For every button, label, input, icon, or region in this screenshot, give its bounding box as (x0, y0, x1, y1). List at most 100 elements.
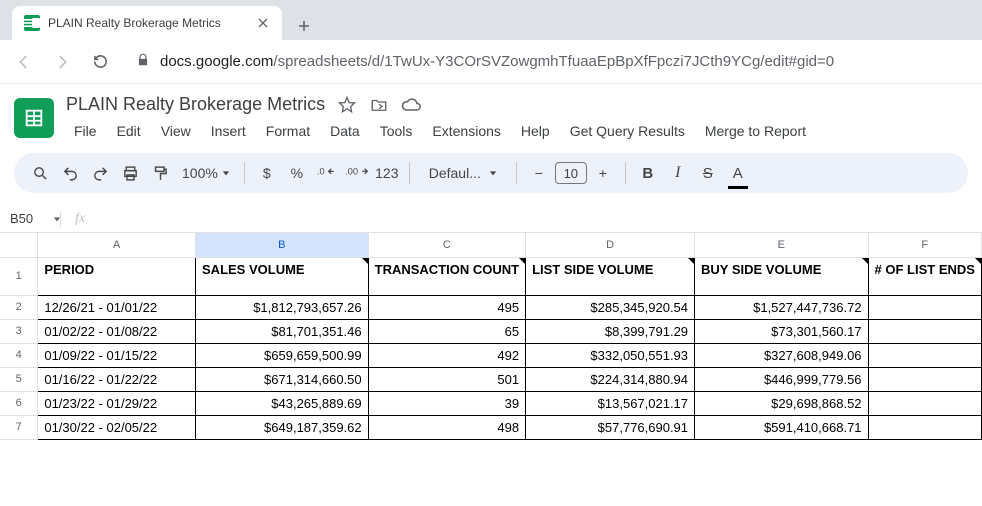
forward-button[interactable] (50, 50, 74, 74)
zoom-select[interactable]: 100% (176, 159, 236, 187)
back-button[interactable] (12, 50, 36, 74)
spreadsheet-grid[interactable]: A B C D E F 1 PERIOD SALES VOLUME TRANSA… (0, 233, 982, 440)
row-header[interactable]: 5 (0, 367, 38, 391)
menu-edit[interactable]: Edit (109, 119, 149, 143)
menu-merge-to-report[interactable]: Merge to Report (697, 119, 814, 143)
url-field[interactable]: docs.google.com/spreadsheets/d/1TwUx-Y3C… (126, 47, 970, 77)
increase-font-size-button[interactable]: + (589, 159, 617, 187)
cell[interactable]: $57,776,690.91 (526, 415, 695, 439)
star-icon[interactable] (337, 95, 357, 115)
cell[interactable]: 01/30/22 - 02/05/22 (38, 415, 196, 439)
currency-button[interactable]: $ (253, 159, 281, 187)
cell[interactable]: $591,410,668.71 (695, 415, 869, 439)
cell[interactable]: 01/02/22 - 01/08/22 (38, 319, 196, 343)
column-header-A[interactable]: A (38, 233, 196, 257)
cell[interactable]: 01/09/22 - 01/15/22 (38, 343, 196, 367)
cell[interactable] (868, 391, 981, 415)
menu-file[interactable]: File (66, 119, 105, 143)
menu-tools[interactable]: Tools (372, 119, 421, 143)
cell[interactable]: 39 (368, 391, 525, 415)
cell[interactable]: $659,659,500.99 (196, 343, 369, 367)
cell[interactable]: $29,698,868.52 (695, 391, 869, 415)
undo-button[interactable] (56, 159, 84, 187)
cell[interactable] (868, 319, 981, 343)
menu-help[interactable]: Help (513, 119, 558, 143)
font-size-input[interactable]: 10 (555, 162, 587, 184)
row-header[interactable]: 6 (0, 391, 38, 415)
redo-button[interactable] (86, 159, 114, 187)
cell[interactable]: 498 (368, 415, 525, 439)
decrease-font-size-button[interactable]: − (525, 159, 553, 187)
cell[interactable]: $13,567,021.17 (526, 391, 695, 415)
move-icon[interactable] (369, 95, 389, 115)
font-select[interactable]: Defaul... (418, 159, 508, 187)
paint-format-button[interactable] (146, 159, 174, 187)
cell[interactable]: 65 (368, 319, 525, 343)
cell[interactable]: $1,812,793,657.26 (196, 295, 369, 319)
cell[interactable]: 01/16/22 - 01/22/22 (38, 367, 196, 391)
row-header[interactable]: 3 (0, 319, 38, 343)
new-tab-button[interactable] (290, 12, 318, 40)
cell[interactable]: 501 (368, 367, 525, 391)
menu-format[interactable]: Format (258, 119, 318, 143)
reload-button[interactable] (88, 50, 112, 74)
cell[interactable]: $649,187,359.62 (196, 415, 369, 439)
row-header[interactable]: 7 (0, 415, 38, 439)
cloud-icon[interactable] (401, 95, 421, 115)
increase-decimal-button[interactable]: .00 (343, 159, 371, 187)
cell[interactable]: $332,050,551.93 (526, 343, 695, 367)
formula-bar[interactable]: fx (60, 211, 99, 227)
browser-tab[interactable]: PLAIN Realty Brokerage Metrics (12, 6, 282, 40)
column-header-F[interactable]: F (868, 233, 981, 257)
cell[interactable]: $327,608,949.06 (695, 343, 869, 367)
cell[interactable]: $81,701,351.46 (196, 319, 369, 343)
cell[interactable]: $1,527,447,736.72 (695, 295, 869, 319)
decrease-decimal-button[interactable]: .0 (313, 159, 341, 187)
cell[interactable]: $8,399,791.29 (526, 319, 695, 343)
column-header-B[interactable]: B (196, 233, 369, 257)
name-box[interactable]: B50 (0, 211, 60, 226)
close-icon[interactable] (256, 16, 270, 30)
cell[interactable]: $43,265,889.69 (196, 391, 369, 415)
cell[interactable] (868, 367, 981, 391)
doc-title[interactable]: PLAIN Realty Brokerage Metrics (66, 94, 325, 115)
percent-button[interactable]: % (283, 159, 311, 187)
menu-extensions[interactable]: Extensions (424, 119, 508, 143)
cell[interactable]: 495 (368, 295, 525, 319)
row-header-1[interactable]: 1 (0, 257, 38, 295)
cell[interactable]: $446,999,779.56 (695, 367, 869, 391)
cell-B1[interactable]: SALES VOLUME (196, 257, 369, 295)
cell[interactable]: $285,345,920.54 (526, 295, 695, 319)
cell-E1[interactable]: BUY SIDE VOLUME (695, 257, 869, 295)
cell[interactable] (868, 343, 981, 367)
cell[interactable]: $671,314,660.50 (196, 367, 369, 391)
print-button[interactable] (116, 159, 144, 187)
cell-C1[interactable]: TRANSACTION COUNT (368, 257, 525, 295)
search-menu-icon[interactable] (26, 159, 54, 187)
cell[interactable] (868, 295, 981, 319)
cell[interactable]: 01/23/22 - 01/29/22 (38, 391, 196, 415)
menu-view[interactable]: View (153, 119, 199, 143)
cell[interactable]: 492 (368, 343, 525, 367)
sheets-logo[interactable] (14, 98, 54, 138)
italic-button[interactable]: I (664, 159, 692, 187)
bold-button[interactable]: B (634, 159, 662, 187)
cell[interactable]: 12/26/21 - 01/01/22 (38, 295, 196, 319)
cell[interactable] (868, 415, 981, 439)
strikethrough-button[interactable]: S (694, 159, 722, 187)
column-header-E[interactable]: E (695, 233, 869, 257)
menu-insert[interactable]: Insert (203, 119, 254, 143)
text-color-button[interactable]: A (724, 159, 752, 187)
number-format-button[interactable]: 123 (373, 159, 401, 187)
column-header-D[interactable]: D (526, 233, 695, 257)
cell-A1[interactable]: PERIOD (38, 257, 196, 295)
column-header-C[interactable]: C (368, 233, 525, 257)
menu-data[interactable]: Data (322, 119, 368, 143)
select-all-corner[interactable] (0, 233, 38, 257)
cell[interactable]: $73,301,560.17 (695, 319, 869, 343)
row-header[interactable]: 4 (0, 343, 38, 367)
menu-get-query-results[interactable]: Get Query Results (562, 119, 693, 143)
cell-D1[interactable]: LIST SIDE VOLUME (526, 257, 695, 295)
cell-F1[interactable]: # OF LIST ENDS (868, 257, 981, 295)
cell[interactable]: $224,314,880.94 (526, 367, 695, 391)
